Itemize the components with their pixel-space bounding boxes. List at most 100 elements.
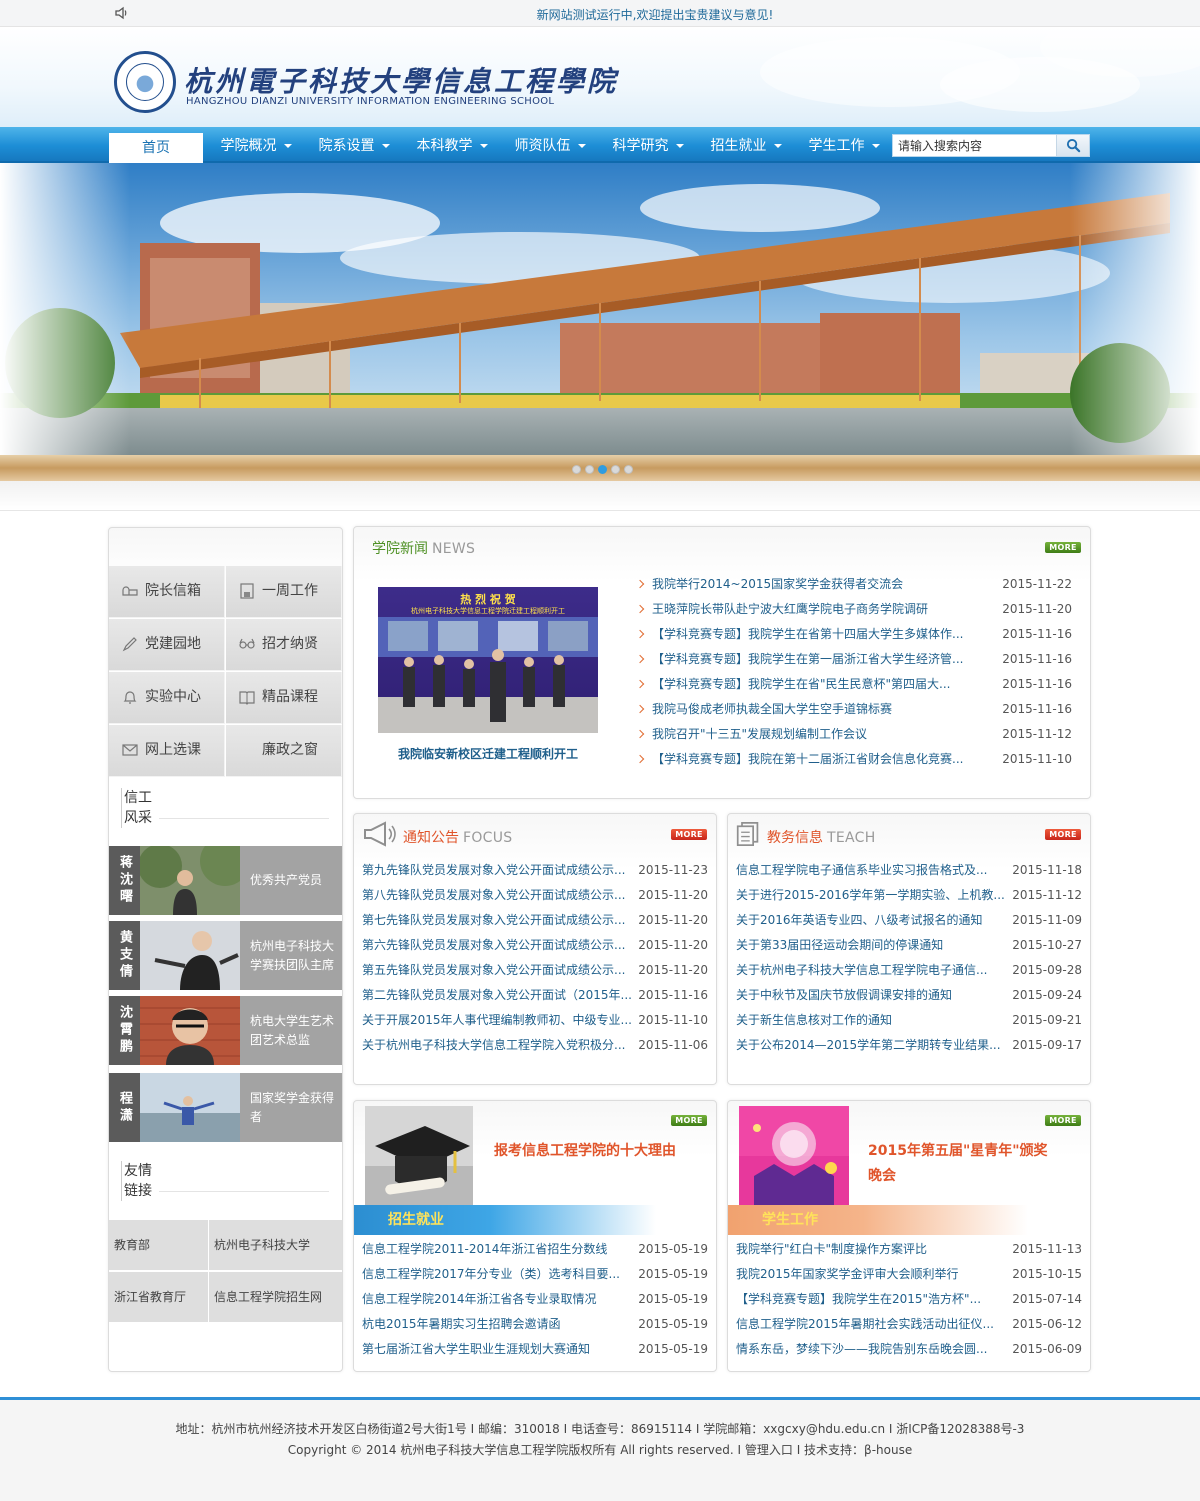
- quick-link-weekly-work[interactable]: 一周工作: [226, 566, 342, 618]
- slide-dot[interactable]: [611, 465, 620, 474]
- list-item-title[interactable]: 关于进行2015-2016学年第一学期实验、上机教...: [736, 883, 1005, 908]
- quick-link-course-selection[interactable]: 网上选课: [109, 725, 225, 777]
- list-item[interactable]: 【学科竞赛专题】我院在第十二届浙江省财会信息化竞赛... 2015-11-10: [635, 747, 1072, 772]
- list-item-title[interactable]: 信息工程学院2014年浙江省各专业录取情况: [362, 1287, 597, 1312]
- admin-login-link[interactable]: 管理入口: [745, 1443, 793, 1457]
- list-item-title[interactable]: 我院举行"红白卡"制度操作方案评比: [736, 1237, 927, 1262]
- student-more-button[interactable]: MORE: [1045, 1115, 1081, 1126]
- quick-link-integrity-window[interactable]: 廉政之窗: [226, 725, 342, 777]
- list-item-title[interactable]: 信息工程学院2015年暑期社会实践活动出征仪...: [736, 1312, 994, 1337]
- list-item-title[interactable]: 关于2016年英语专业四、八级考试报名的通知: [736, 908, 983, 933]
- list-item-title[interactable]: 信息工程学院电子通信系毕业实习报告格式及...: [736, 858, 987, 883]
- search-input[interactable]: [893, 135, 1057, 156]
- list-item-title[interactable]: 关于杭州电子科技大学信息工程学院电子通信...: [736, 958, 987, 983]
- list-item-title[interactable]: 关于公布2014—2015学年第二学期转专业结果...: [736, 1033, 1001, 1058]
- list-item[interactable]: 信息工程学院2015年暑期社会实践活动出征仪... 2015-06-12: [736, 1312, 1082, 1337]
- list-item[interactable]: 我院马俊成老师执裁全国大学生空手道锦标赛 2015-11-16: [635, 697, 1072, 722]
- list-item[interactable]: 杭电2015年暑期实习生招聘会邀请函 2015-05-19: [362, 1312, 708, 1337]
- list-item-title[interactable]: 关于开展2015年人事代理编制教师初、中级专业...: [362, 1008, 632, 1033]
- nav-research[interactable]: 科学研究: [602, 127, 694, 163]
- nav-about[interactable]: 学院概况: [210, 127, 302, 163]
- list-item[interactable]: 信息工程学院2011-2014年浙江省招生分数线 2015-05-19: [362, 1237, 708, 1262]
- slide-dot[interactable]: [624, 465, 633, 474]
- nav-student[interactable]: 学生工作: [798, 127, 890, 163]
- nav-admission[interactable]: 招生就业: [700, 127, 792, 163]
- list-item-title[interactable]: 第八先锋队党员发展对象入党公开面试成绩公示...: [362, 883, 625, 908]
- search-button[interactable]: [1056, 135, 1089, 156]
- list-item-title[interactable]: 我院2015年国家奖学金评审大会顺利举行: [736, 1262, 959, 1287]
- list-item[interactable]: 关于开展2015年人事代理编制教师初、中级专业... 2015-11-10: [362, 1008, 708, 1033]
- list-item[interactable]: 【学科竞赛专题】我院学生在省"民生民意杯"第四届大... 2015-11-16: [635, 672, 1072, 697]
- list-item[interactable]: 【学科竞赛专题】我院学生在第一届浙江省大学生经济管... 2015-11-16: [635, 647, 1072, 672]
- list-item-title[interactable]: 关于新生信息核对工作的通知: [736, 1008, 892, 1033]
- person-card[interactable]: 黄支倩 杭州电子科技大学赛扶团队主席: [109, 921, 342, 990]
- list-item[interactable]: 第七先锋队党员发展对象入党公开面试成绩公示... 2015-11-20: [362, 908, 708, 933]
- list-item[interactable]: 关于新生信息核对工作的通知 2015-09-21: [736, 1008, 1082, 1033]
- list-item-title[interactable]: 信息工程学院2011-2014年浙江省招生分数线: [362, 1237, 607, 1262]
- list-item[interactable]: 关于公布2014—2015学年第二学期转专业结果... 2015-09-17: [736, 1033, 1082, 1058]
- person-card[interactable]: 程潇 国家奖学金获得者: [109, 1073, 342, 1142]
- quick-link-quality-courses[interactable]: 精品课程: [226, 672, 342, 724]
- link-zhejiang-education[interactable]: 浙江省教育厅: [109, 1272, 208, 1322]
- list-item-title[interactable]: 关于中秋节及国庆节放假调课安排的通知: [736, 983, 952, 1008]
- list-item[interactable]: 我院召开"十三五"发展规划编制工作会议 2015-11-12: [635, 722, 1072, 747]
- list-item[interactable]: 第七届浙江省大学生职业生涯规划大赛通知 2015-05-19: [362, 1337, 708, 1362]
- list-item-title[interactable]: 【学科竞赛专题】我院在第十二届浙江省财会信息化竞赛...: [652, 747, 963, 772]
- news-feature-caption[interactable]: 我院临安新校区迁建工程顺利开工: [378, 745, 598, 762]
- list-item[interactable]: 第八先锋队党员发展对象入党公开面试成绩公示... 2015-11-20: [362, 883, 708, 908]
- list-item-title[interactable]: 杭电2015年暑期实习生招聘会邀请函: [362, 1312, 561, 1337]
- link-ministry-of-education[interactable]: 教育部: [109, 1220, 208, 1270]
- list-item[interactable]: 信息工程学院2017年分专业（类）选考科目要... 2015-05-19: [362, 1262, 708, 1287]
- list-item[interactable]: 情系东岳，梦续下沙——我院告别东岳晚会圆... 2015-06-09: [736, 1337, 1082, 1362]
- list-item-title[interactable]: 第六先锋队党员发展对象入党公开面试成绩公示...: [362, 933, 625, 958]
- list-item-title[interactable]: 关于第33届田径运动会期间的停课通知: [736, 933, 943, 958]
- list-item-title[interactable]: 第七届浙江省大学生职业生涯规划大赛通知: [362, 1337, 590, 1362]
- list-item-title[interactable]: 我院马俊成老师执裁全国大学生空手道锦标赛: [652, 697, 892, 722]
- list-item-title[interactable]: 【学科竞赛专题】我院学生在第一届浙江省大学生经济管...: [652, 647, 963, 672]
- list-item[interactable]: 第二先锋队党员发展对象入党公开面试（2015年... 2015-11-16: [362, 983, 708, 1008]
- list-item[interactable]: 第五先锋队党员发展对象入党公开面试成绩公示... 2015-11-20: [362, 958, 708, 983]
- list-item[interactable]: 王晓萍院长带队赴宁波大红鹰学院电子商务学院调研 2015-11-20: [635, 597, 1072, 622]
- slide-dot-active[interactable]: [598, 465, 607, 474]
- list-item[interactable]: 信息工程学院2014年浙江省各专业录取情况 2015-05-19: [362, 1287, 708, 1312]
- list-item[interactable]: 我院举行2014~2015国家奖学金获得者交流会 2015-11-22: [635, 572, 1072, 597]
- list-item-title[interactable]: 关于杭州电子科技大学信息工程学院入党积极分...: [362, 1033, 625, 1058]
- news-feature-image[interactable]: 热 烈 祝 贺 杭州电子科技大学信息工程学院迁建工程顺利开工: [378, 587, 598, 733]
- nav-faculty[interactable]: 师资队伍: [504, 127, 596, 163]
- list-item-title[interactable]: 信息工程学院2017年分专业（类）选考科目要...: [362, 1262, 620, 1287]
- hero-banner[interactable]: [0, 163, 1200, 481]
- list-item-title[interactable]: 第九先锋队党员发展对象入党公开面试成绩公示...: [362, 858, 625, 883]
- person-card[interactable]: 沈霄鹏 杭电大学生艺术团艺术总监: [109, 996, 342, 1065]
- slide-dot[interactable]: [572, 465, 581, 474]
- list-item-title[interactable]: 第五先锋队党员发展对象入党公开面试成绩公示...: [362, 958, 625, 983]
- list-item-title[interactable]: 情系东岳，梦续下沙——我院告别东岳晚会圆...: [736, 1337, 987, 1362]
- nav-departments[interactable]: 院系设置: [308, 127, 400, 163]
- link-hdu[interactable]: 杭州电子科技大学: [209, 1220, 342, 1270]
- list-item[interactable]: 关于进行2015-2016学年第一学期实验、上机教... 2015-11-12: [736, 883, 1082, 908]
- list-item[interactable]: 【学科竞赛专题】我院学生在2015"浩方杯"... 2015-07-14: [736, 1287, 1082, 1312]
- student-feature-link[interactable]: 2015年第五届"星青年"颁奖晚会: [868, 1139, 1058, 1189]
- list-item[interactable]: 信息工程学院电子通信系毕业实习报告格式及... 2015-11-18: [736, 858, 1082, 883]
- list-item[interactable]: 我院举行"红白卡"制度操作方案评比 2015-11-13: [736, 1237, 1082, 1262]
- link-admission-site[interactable]: 信息工程学院招生网: [209, 1272, 342, 1322]
- list-item-title[interactable]: 我院举行2014~2015国家奖学金获得者交流会: [652, 572, 903, 597]
- list-item[interactable]: 【学科竞赛专题】我院学生在省第十四届大学生多媒体作... 2015-11-16: [635, 622, 1072, 647]
- list-item-title[interactable]: 王晓萍院长带队赴宁波大红鹰学院电子商务学院调研: [652, 597, 928, 622]
- teach-more-button[interactable]: MORE: [1045, 829, 1081, 840]
- nav-home[interactable]: 首页: [109, 133, 203, 165]
- list-item-title[interactable]: 我院召开"十三五"发展规划编制工作会议: [652, 722, 867, 747]
- nav-undergrad[interactable]: 本科教学: [406, 127, 498, 163]
- list-item-title[interactable]: 【学科竞赛专题】我院学生在2015"浩方杯"...: [736, 1287, 981, 1312]
- quick-link-recruitment[interactable]: 招才纳贤: [226, 619, 342, 671]
- list-item[interactable]: 第六先锋队党员发展对象入党公开面试成绩公示... 2015-11-20: [362, 933, 708, 958]
- list-item[interactable]: 关于第33届田径运动会期间的停课通知 2015-10-27: [736, 933, 1082, 958]
- quick-link-lab-center[interactable]: 实验中心: [109, 672, 225, 724]
- graduation-cap-photo[interactable]: [365, 1106, 473, 1206]
- list-item-title[interactable]: 【学科竞赛专题】我院学生在省第十四届大学生多媒体作...: [652, 622, 963, 647]
- list-item[interactable]: 关于中秋节及国庆节放假调课安排的通知 2015-09-24: [736, 983, 1082, 1008]
- admission-more-button[interactable]: MORE: [671, 1115, 707, 1126]
- award-poster-image[interactable]: [739, 1106, 849, 1206]
- list-item-title[interactable]: 第二先锋队党员发展对象入党公开面试（2015年...: [362, 983, 632, 1008]
- list-item[interactable]: 关于杭州电子科技大学信息工程学院电子通信... 2015-09-28: [736, 958, 1082, 983]
- list-item[interactable]: 第九先锋队党员发展对象入党公开面试成绩公示... 2015-11-23: [362, 858, 708, 883]
